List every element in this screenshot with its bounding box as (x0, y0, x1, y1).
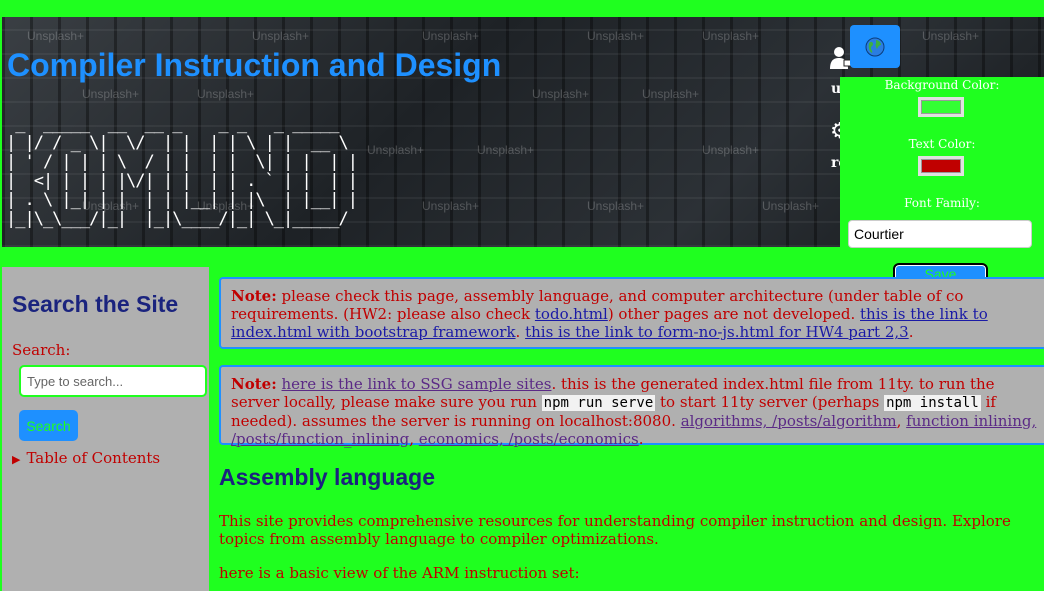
note-text: , (409, 430, 415, 448)
watermark: Unsplash+ (702, 143, 760, 157)
note-box: Note: here is the link to SSG sample sit… (219, 365, 1044, 448)
note-text: please check this page, assembly languag… (281, 287, 964, 305)
bg-color-picker[interactable] (918, 97, 964, 117)
note-text: requirements. (HW2: please also check (231, 305, 531, 323)
search-input[interactable] (19, 365, 207, 397)
ascii-logo: _ _____ __ __ _ _ _ _ _____ | |/ / _ \| … (6, 114, 358, 229)
note-text: . (908, 323, 914, 341)
form-no-js-link[interactable]: this is the link to form-no-js.html for … (525, 323, 909, 341)
note-box: Note: please check this page, assembly l… (219, 277, 1044, 349)
watermark: Unsplash+ (922, 29, 980, 43)
disclosure-triangle-icon: ▶ (12, 453, 21, 466)
watermark: Unsplash+ (702, 29, 760, 43)
intro-paragraph: This site provides comprehensive resourc… (219, 512, 1011, 548)
watermark: Unsplash+ (477, 143, 535, 157)
ssg-sample-link[interactable]: here is the link to SSG sample sites (282, 375, 552, 393)
economics-post-link[interactable]: economics, /posts/economics (419, 430, 639, 448)
watermark: Unsplash+ (532, 87, 590, 101)
bg-color-label: Background Color: (884, 78, 1000, 92)
watermark: Unsplash+ (642, 87, 700, 101)
watermark: Unsplash+ (82, 87, 140, 101)
algorithm-post-link[interactable]: algorithms, /posts/algorithm (681, 412, 897, 430)
text-color-picker[interactable] (918, 156, 964, 176)
watermark: Unsplash+ (587, 29, 645, 43)
search-button[interactable]: Search (19, 410, 78, 441)
note-text: . (638, 430, 644, 448)
watermark: Unsplash+ (27, 29, 85, 43)
watermark: Unsplash+ (587, 199, 645, 213)
text-color-label: Text Color: (908, 137, 976, 151)
table-of-contents-toggle[interactable]: ▶ Table of Contents (12, 449, 160, 467)
note-text: ) other pages are not developed. (607, 305, 856, 323)
watermark: Unsplash+ (422, 199, 480, 213)
font-family-label: Font Family: (904, 196, 980, 210)
todo-link[interactable]: todo.html (535, 305, 608, 323)
note-label: Note: (231, 287, 277, 305)
note-label: Note: (231, 375, 277, 393)
code-npm-install: npm install (884, 395, 981, 411)
font-family-input[interactable] (848, 220, 1032, 248)
note-text: to start 11ty server (perhaps (660, 393, 880, 411)
watermark: Unsplash+ (762, 199, 820, 213)
toc-label: Table of Contents (26, 449, 161, 467)
search-label: Search: (12, 341, 71, 359)
watermark: Unsplash+ (252, 29, 310, 43)
theme-toggle-button[interactable] (850, 25, 900, 68)
note-text: . (515, 323, 521, 341)
theme-panel: Background Color: Text Color: Font Famil… (840, 77, 1044, 303)
sidebar: Search the Site Search: Search ▶ Table of… (2, 267, 209, 591)
note-text: , (896, 412, 902, 430)
top-strip (0, 0, 1044, 4)
section-title: Assembly language (219, 464, 436, 490)
code-npm-run-serve: npm run serve (541, 395, 656, 411)
arm-paragraph: here is a basic view of the ARM instruct… (219, 564, 580, 582)
site-title: Compiler Instruction and Design (7, 47, 502, 83)
globe-icon (865, 37, 885, 56)
sidebar-heading: Search the Site (12, 291, 179, 317)
user-icon[interactable] (830, 45, 852, 69)
watermark: Unsplash+ (367, 143, 425, 157)
watermark: Unsplash+ (197, 87, 255, 101)
watermark: Unsplash+ (422, 29, 480, 43)
